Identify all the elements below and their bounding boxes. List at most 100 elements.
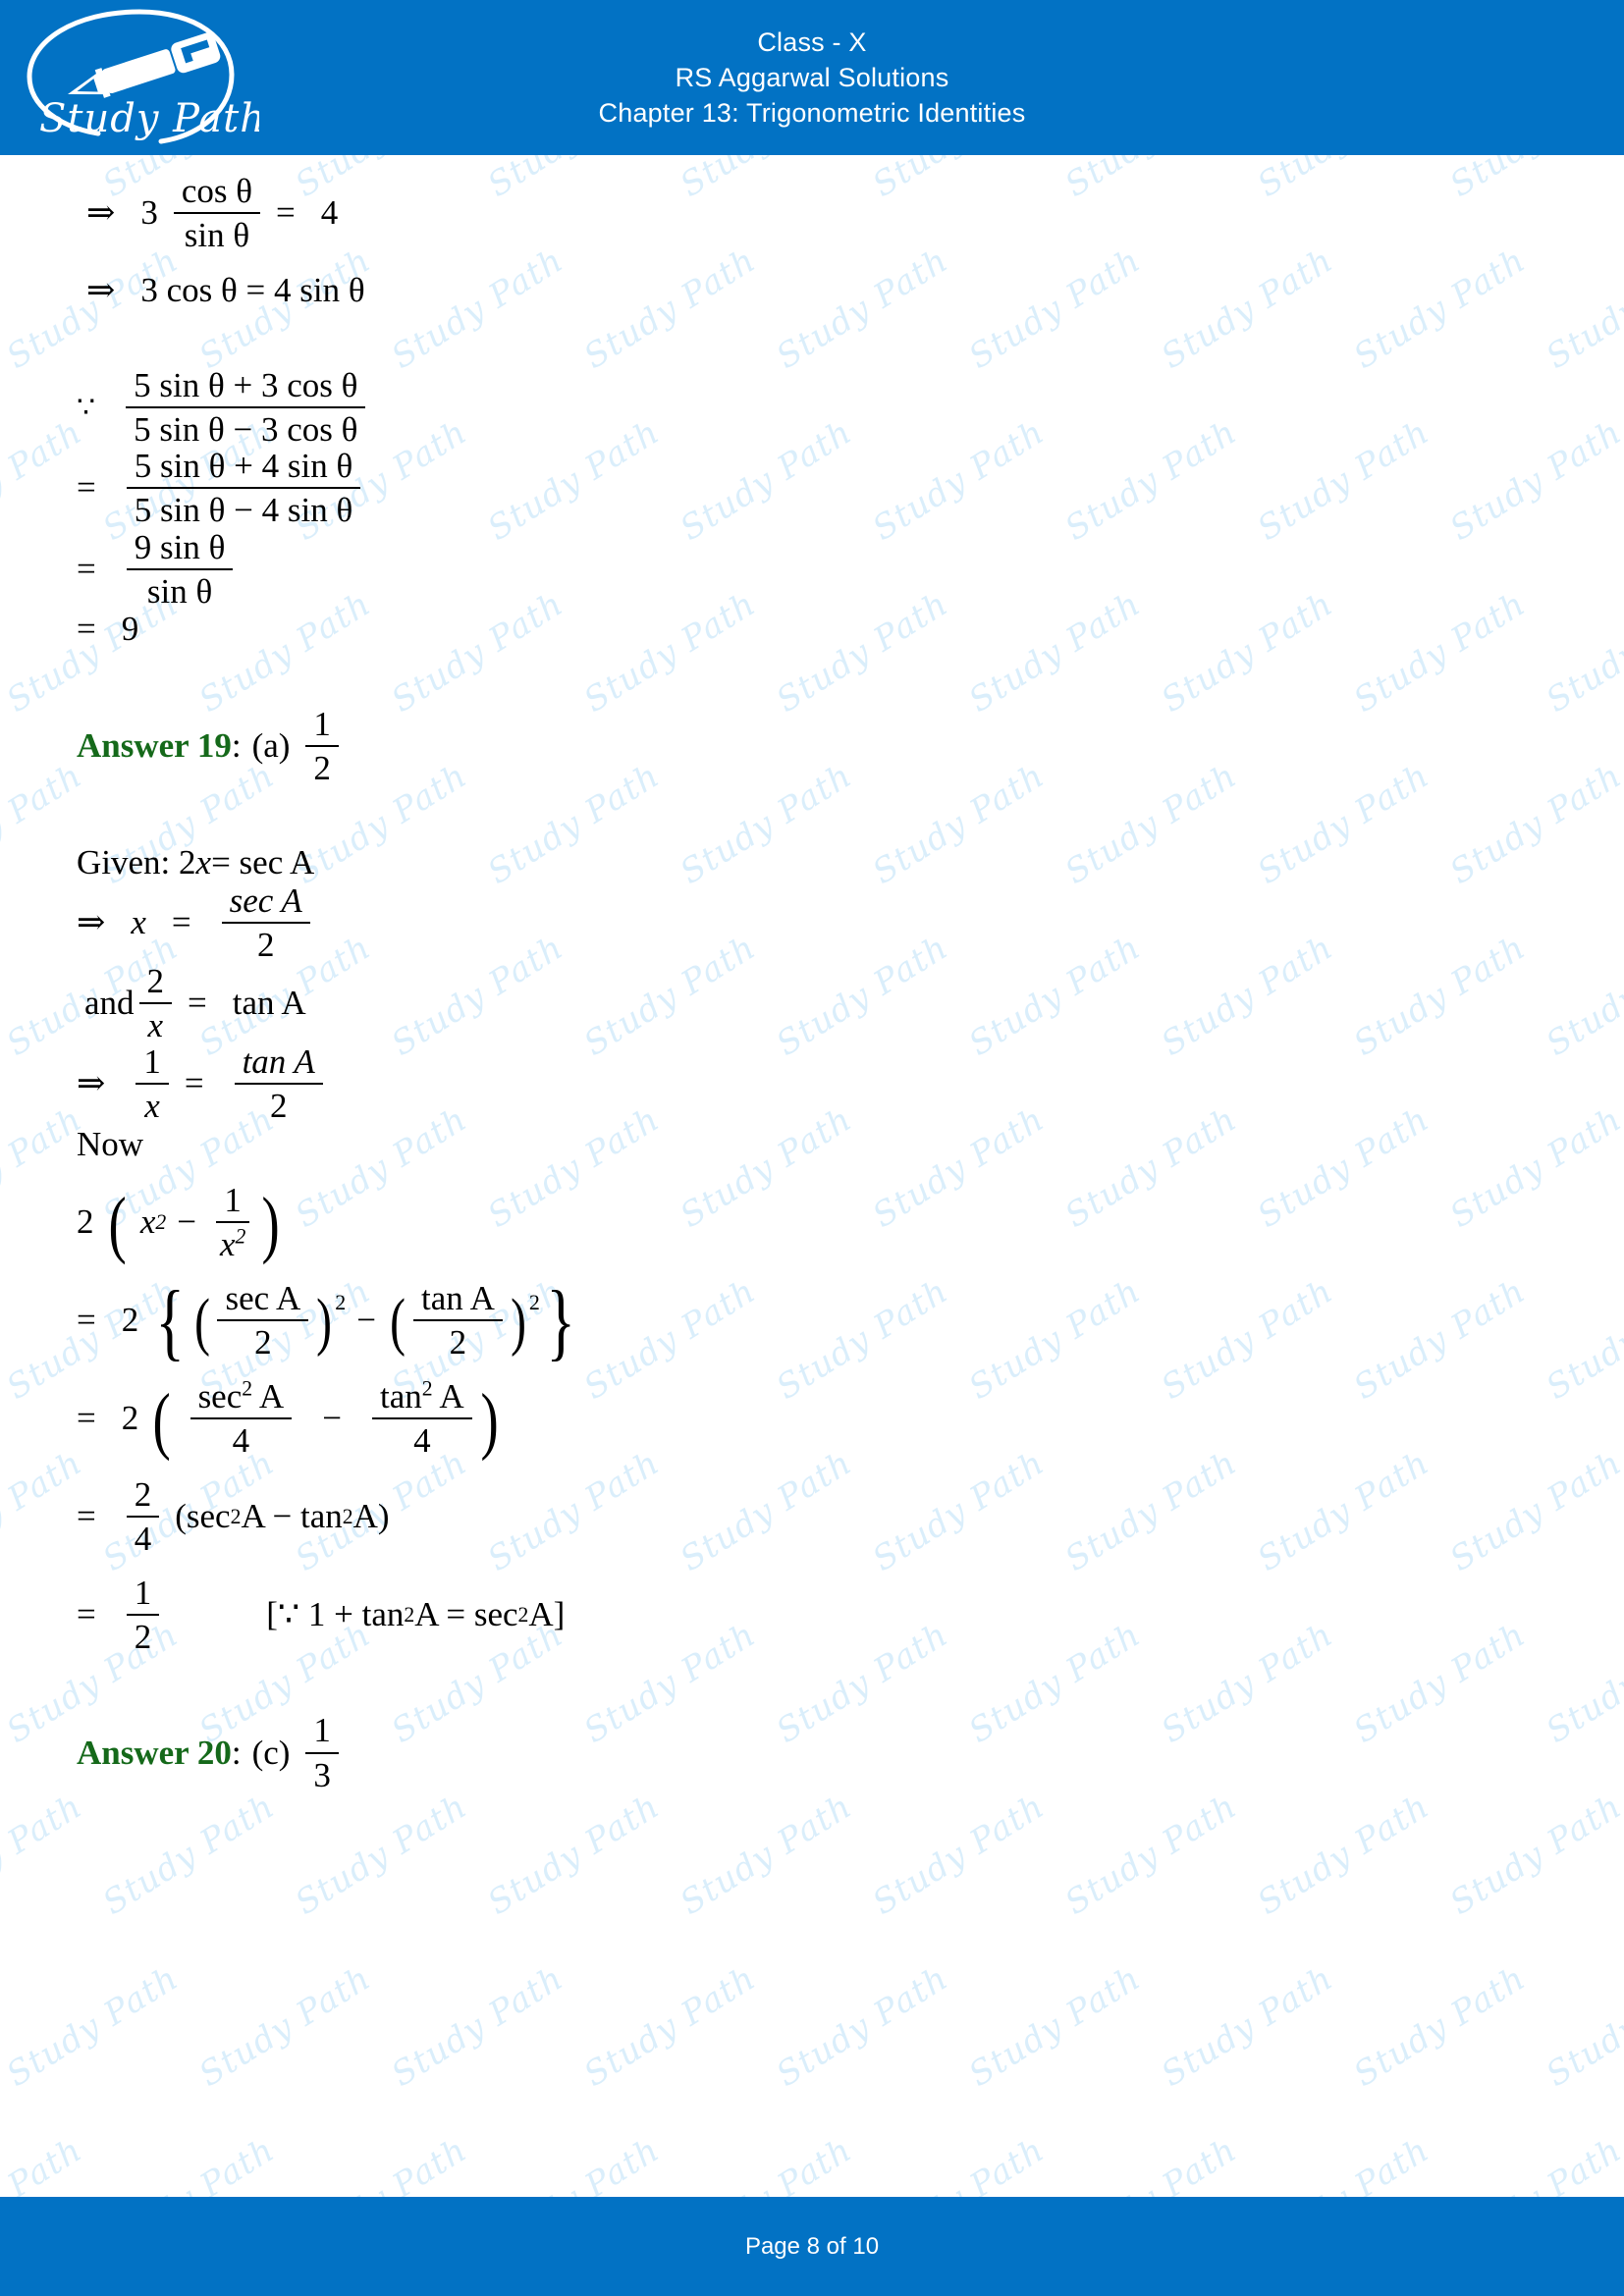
- step19c-equals: =: [184, 1064, 204, 1103]
- watermark-text: Study Path: [481, 1787, 667, 1923]
- step19e-t1-denominator: 2: [254, 1322, 272, 1362]
- math-line-step6: = 9: [0, 610, 1624, 649]
- answer-20-frac-denominator: 3: [313, 1755, 331, 1794]
- step19g-frac-denominator: 4: [134, 1520, 152, 1559]
- answer-19-fraction: 1 2: [305, 706, 339, 786]
- step19e-equals: =: [77, 1300, 96, 1339]
- step19c-lhs-denominator: x: [144, 1087, 160, 1126]
- step4-equals: =: [77, 468, 96, 507]
- math-line-step3: ∵ 5 sin θ + 3 cos θ 5 sin θ − 3 cos θ: [0, 367, 1624, 448]
- step19f-t1-func: sec: [197, 1376, 243, 1415]
- step6-equals: =: [77, 609, 96, 648]
- step5-numerator: 9 sin θ: [126, 528, 234, 570]
- step19f-minus: −: [322, 1398, 342, 1437]
- step19f-t1-denominator: 4: [232, 1420, 250, 1460]
- page-number-text: Page 8 of 10: [744, 2232, 880, 2260]
- step19d-frac-den-exponent: 2: [235, 1223, 246, 1248]
- given19-rhs: = sec A: [211, 842, 315, 881]
- step4-denominator: 5 sin θ − 4 sin θ: [134, 491, 353, 530]
- answer-19-colon: :: [231, 725, 242, 765]
- step19h-equals: =: [77, 1595, 96, 1634]
- header-book-line: RS Aggarwal Solutions: [675, 63, 949, 92]
- step19f-t2-func: tan: [379, 1376, 422, 1415]
- watermark-text: Study Path: [577, 1958, 763, 2095]
- step19h-fraction: 1 2: [126, 1575, 160, 1657]
- math-line-step5: = 9 sin θ sin θ: [0, 528, 1624, 610]
- step19d-minus: −: [177, 1201, 196, 1241]
- math-line-step2: ⇒ 3 cos θ = 4 sin θ: [0, 271, 1624, 310]
- step19a-denominator: 2: [256, 926, 275, 965]
- step19f-coefficient: 2: [121, 1398, 139, 1437]
- answer-20-colon: :: [231, 1733, 242, 1772]
- step19b-rhs: tan A: [232, 984, 306, 1023]
- implies-symbol: ⇒: [77, 903, 106, 942]
- watermark-text: Study Path: [1058, 1787, 1244, 1923]
- step19c-rhs-denominator: 2: [269, 1087, 288, 1126]
- watermark-text: Study Path: [1443, 1787, 1624, 1923]
- now-label-line: Now: [0, 1125, 1624, 1164]
- implies-symbol: ⇒: [86, 193, 116, 233]
- step19b-denominator: x: [147, 1006, 164, 1045]
- math-line-step19g: = 2 4 (sec 2 A − tan 2 A): [77, 1475, 390, 1559]
- step19h-note-mid: A = sec: [414, 1595, 518, 1634]
- watermark-text: Study Path: [192, 1958, 378, 2095]
- math-line-step1: ⇒ 3 cos θ sin θ = 4: [0, 173, 1624, 253]
- step3-denominator: 5 sin θ − 3 cos θ: [134, 410, 358, 450]
- step19f-t2-exponent: 2: [421, 1376, 433, 1401]
- step19c-right-fraction: tan A 2: [234, 1043, 323, 1126]
- step19a-fraction: sec A 2: [221, 882, 310, 965]
- watermark-text: Study Path: [962, 1958, 1148, 2095]
- step19b-equals: =: [188, 984, 207, 1023]
- step19g-expr-mid: A − tan: [241, 1497, 343, 1536]
- step19e-t2-numerator: tan A: [413, 1280, 503, 1321]
- step19b-fraction: 2 x: [138, 963, 173, 1045]
- step19g-frac-numerator: 2: [126, 1476, 160, 1519]
- answer-20-heading-line: Answer 20 : (c) 1 3: [0, 1712, 1624, 1794]
- implies-symbol: ⇒: [77, 1064, 106, 1103]
- watermark-text: Study Path: [0, 1787, 89, 1923]
- math-line-step19d: 2 ( x2 − 1 x2 ): [77, 1180, 281, 1265]
- step19f-t2-arg: A: [432, 1376, 464, 1415]
- math-line-given19: Given: 2 x = sec A: [0, 843, 1624, 882]
- step3-numerator: 5 sin θ + 3 cos θ: [126, 367, 366, 409]
- math-line-step19h: = 1 2 [∵ 1 + tan 2 A = sec 2 A]: [77, 1574, 566, 1657]
- step4-numerator: 5 sin θ + 4 sin θ: [126, 448, 361, 490]
- step19d-frac-denominator: x: [219, 1224, 236, 1263]
- step1-denominator: sin θ: [184, 216, 250, 255]
- watermark-text: Study Path: [289, 1787, 474, 1923]
- header-chapter-line: Chapter 13: Trigonometric Identities: [598, 98, 1026, 128]
- header-class-line: Class - X: [757, 27, 867, 57]
- step4-fraction: 5 sin θ + 4 sin θ 5 sin θ − 4 sin θ: [126, 448, 361, 530]
- math-line-step19c: ⇒ 1 x = tan A 2: [0, 1043, 1624, 1124]
- step19h-frac-denominator: 2: [134, 1618, 152, 1657]
- step19d-frac-numerator: 1: [216, 1181, 249, 1223]
- watermark-text: Study Path: [1155, 1958, 1340, 2095]
- step19a-equals: =: [171, 903, 191, 942]
- math-line-step19f: = 2 ( sec2 A 4 − tan2 A 4 ): [77, 1376, 499, 1462]
- watermark-text: Study Path: [385, 1958, 570, 2095]
- step5-equals: =: [77, 549, 96, 588]
- given19-prefix: Given: 2: [77, 842, 196, 881]
- page-footer: Page 8 of 10: [0, 2197, 1624, 2296]
- solution-content: ⇒ 3 cos θ sin θ = 4 ⇒ 3 cos θ = 4 sin θ …: [0, 155, 1624, 1793]
- step2-expression: 3 cos θ = 4 sin θ: [140, 271, 365, 310]
- step19b-and: and: [84, 984, 135, 1023]
- step19g-equals: =: [77, 1497, 96, 1536]
- step19h-note-close: A]: [528, 1595, 566, 1634]
- math-line-step19a: ⇒ x = sec A 2: [0, 882, 1624, 963]
- step19c-left-fraction: 1 x: [135, 1043, 169, 1124]
- step19h-frac-numerator: 1: [126, 1575, 160, 1617]
- watermark-text: Study Path: [1540, 1958, 1624, 2095]
- document-page: Study Path Study Path Study Path Study Path…: [0, 0, 1624, 2296]
- step19d-coefficient: 2: [77, 1201, 94, 1241]
- because-symbol: ∵: [77, 391, 96, 424]
- step19d-fraction: 1 x2: [212, 1181, 253, 1263]
- math-line-step19b: and 2 x = tan A: [0, 963, 1624, 1043]
- step1-rhs: 4: [320, 193, 339, 233]
- step1-equals: =: [276, 193, 296, 233]
- given19-variable: x: [195, 842, 212, 881]
- answer-20-option: (c): [251, 1733, 291, 1772]
- step19f-t2-denominator: 4: [413, 1420, 431, 1460]
- step19e-t2-denominator: 2: [449, 1322, 467, 1362]
- step19b-numerator: 2: [138, 963, 173, 1005]
